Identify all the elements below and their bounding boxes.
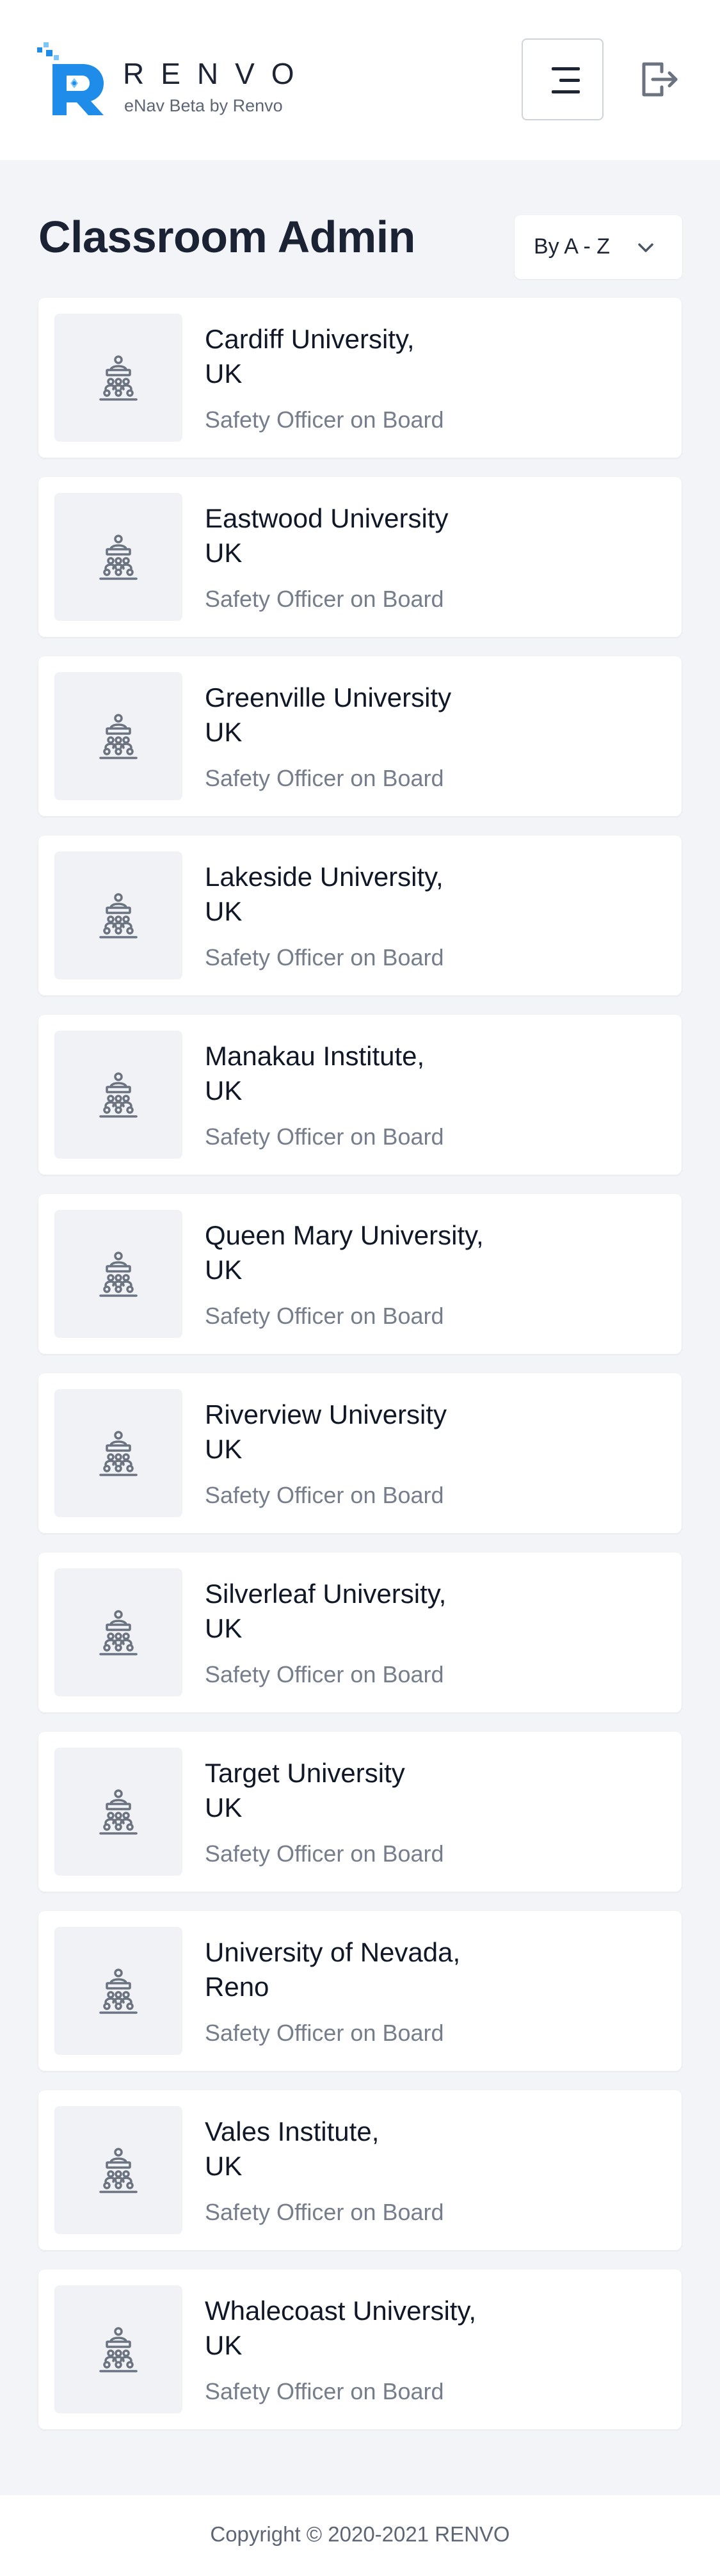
classroom-role: Safety Officer on Board bbox=[205, 1123, 444, 1150]
classroom-role: Safety Officer on Board bbox=[205, 2378, 444, 2404]
classroom-card[interactable]: Riverview University UK Safety Officer o… bbox=[38, 1373, 682, 1533]
classroom-name: Silverleaf University, UK bbox=[205, 1579, 447, 1643]
classroom-card[interactable]: Queen Mary University, UK Safety Officer… bbox=[38, 1194, 682, 1354]
classroom-role: Safety Officer on Board bbox=[205, 2199, 444, 2225]
renvo-logo-icon[interactable] bbox=[37, 41, 106, 117]
copyright-text: Copyright © 2020-2021 RENVO bbox=[210, 2522, 510, 2546]
classroom-card[interactable]: University of Nevada, Reno Safety Office… bbox=[38, 1911, 682, 2071]
logo-wordmark: RENVO bbox=[123, 57, 311, 90]
menu-button[interactable] bbox=[522, 38, 604, 120]
logout-icon bbox=[642, 62, 678, 97]
classroom-thumbnail bbox=[54, 2285, 182, 2413]
classroom-icon bbox=[99, 1252, 138, 1297]
classroom-role: Safety Officer on Board bbox=[205, 765, 444, 791]
classroom-role: Safety Officer on Board bbox=[205, 1661, 444, 1687]
classroom-card[interactable]: Manakau Institute, UK Safety Officer on … bbox=[38, 1015, 682, 1175]
classroom-name: Lakeside University, UK bbox=[205, 862, 444, 926]
sort-dropdown[interactable]: By A - Z bbox=[515, 215, 682, 279]
classroom-thumbnail bbox=[54, 1748, 182, 1876]
classroom-icon bbox=[99, 2327, 138, 2372]
classroom-thumbnail bbox=[54, 314, 182, 442]
logout-button[interactable] bbox=[639, 59, 680, 100]
classroom-role: Safety Officer on Board bbox=[205, 586, 444, 612]
classroom-icon bbox=[99, 1431, 138, 1476]
page-title: Classroom Admin bbox=[38, 212, 415, 262]
classroom-thumbnail bbox=[54, 1389, 182, 1517]
logo-subtitle: eNav Beta by Renvo bbox=[124, 96, 283, 115]
classroom-icon bbox=[99, 1968, 138, 2014]
classroom-card[interactable]: Eastwood University UK Safety Officer on… bbox=[38, 477, 682, 637]
classroom-thumbnail bbox=[54, 1210, 182, 1338]
classroom-card[interactable]: Whalecoast University, UK Safety Officer… bbox=[38, 2269, 682, 2429]
classroom-icon bbox=[99, 355, 138, 401]
classroom-icon bbox=[99, 714, 138, 759]
classroom-role: Safety Officer on Board bbox=[205, 1303, 444, 1329]
classroom-name: University of Nevada, Reno bbox=[205, 1937, 461, 2002]
classroom-list: Cardiff University, UK Safety Officer on… bbox=[38, 298, 682, 2449]
classroom-name: Manakau Institute, UK bbox=[205, 1041, 425, 1106]
classroom-icon bbox=[99, 2148, 138, 2193]
classroom-icon bbox=[99, 535, 138, 580]
classroom-name: Whalecoast University, UK bbox=[205, 2296, 477, 2360]
classroom-name: Cardiff University, UK bbox=[205, 324, 415, 389]
classroom-name: Greenville University UK bbox=[205, 682, 452, 747]
classroom-icon bbox=[99, 1610, 138, 1655]
classroom-role: Safety Officer on Board bbox=[205, 1840, 444, 1867]
classroom-thumbnail bbox=[54, 851, 182, 979]
classroom-name: Eastwood University UK bbox=[205, 503, 449, 568]
chevron-down-icon bbox=[638, 243, 653, 252]
classroom-icon bbox=[99, 1072, 138, 1118]
classroom-card[interactable]: Silverleaf University, UK Safety Officer… bbox=[38, 1552, 682, 1712]
classroom-thumbnail bbox=[54, 493, 182, 621]
classroom-card[interactable]: Lakeside University, UK Safety Officer o… bbox=[38, 835, 682, 995]
app-header: RENVO eNav Beta by Renvo bbox=[0, 0, 720, 160]
classroom-thumbnail bbox=[54, 2106, 182, 2234]
classroom-icon bbox=[99, 1789, 138, 1835]
classroom-thumbnail bbox=[54, 1927, 182, 2055]
classroom-card[interactable]: Target University UK Safety Officer on B… bbox=[38, 1732, 682, 1892]
classroom-thumbnail bbox=[54, 1031, 182, 1159]
classroom-card[interactable]: Cardiff University, UK Safety Officer on… bbox=[38, 298, 682, 458]
classroom-thumbnail bbox=[54, 672, 182, 800]
classroom-role: Safety Officer on Board bbox=[205, 407, 444, 433]
sort-selected-value: By A - Z bbox=[534, 234, 611, 259]
classroom-name: Riverview University UK bbox=[205, 1399, 447, 1464]
hamburger-menu-icon bbox=[552, 67, 580, 93]
classroom-name: Target University UK bbox=[205, 1758, 405, 1823]
page-footer: Copyright © 2020-2021 RENVO bbox=[0, 2495, 720, 2576]
classroom-name: Queen Mary University, UK bbox=[205, 1220, 484, 1285]
classroom-icon bbox=[99, 893, 138, 938]
classroom-thumbnail bbox=[54, 1568, 182, 1696]
classroom-role: Safety Officer on Board bbox=[205, 2020, 444, 2046]
classroom-name: Vales Institute, UK bbox=[205, 2116, 380, 2181]
classroom-card[interactable]: Greenville University UK Safety Officer … bbox=[38, 656, 682, 816]
classroom-role: Safety Officer on Board bbox=[205, 1482, 444, 1508]
classroom-card[interactable]: Vales Institute, UK Safety Officer on Bo… bbox=[38, 2090, 682, 2250]
classroom-role: Safety Officer on Board bbox=[205, 944, 444, 970]
